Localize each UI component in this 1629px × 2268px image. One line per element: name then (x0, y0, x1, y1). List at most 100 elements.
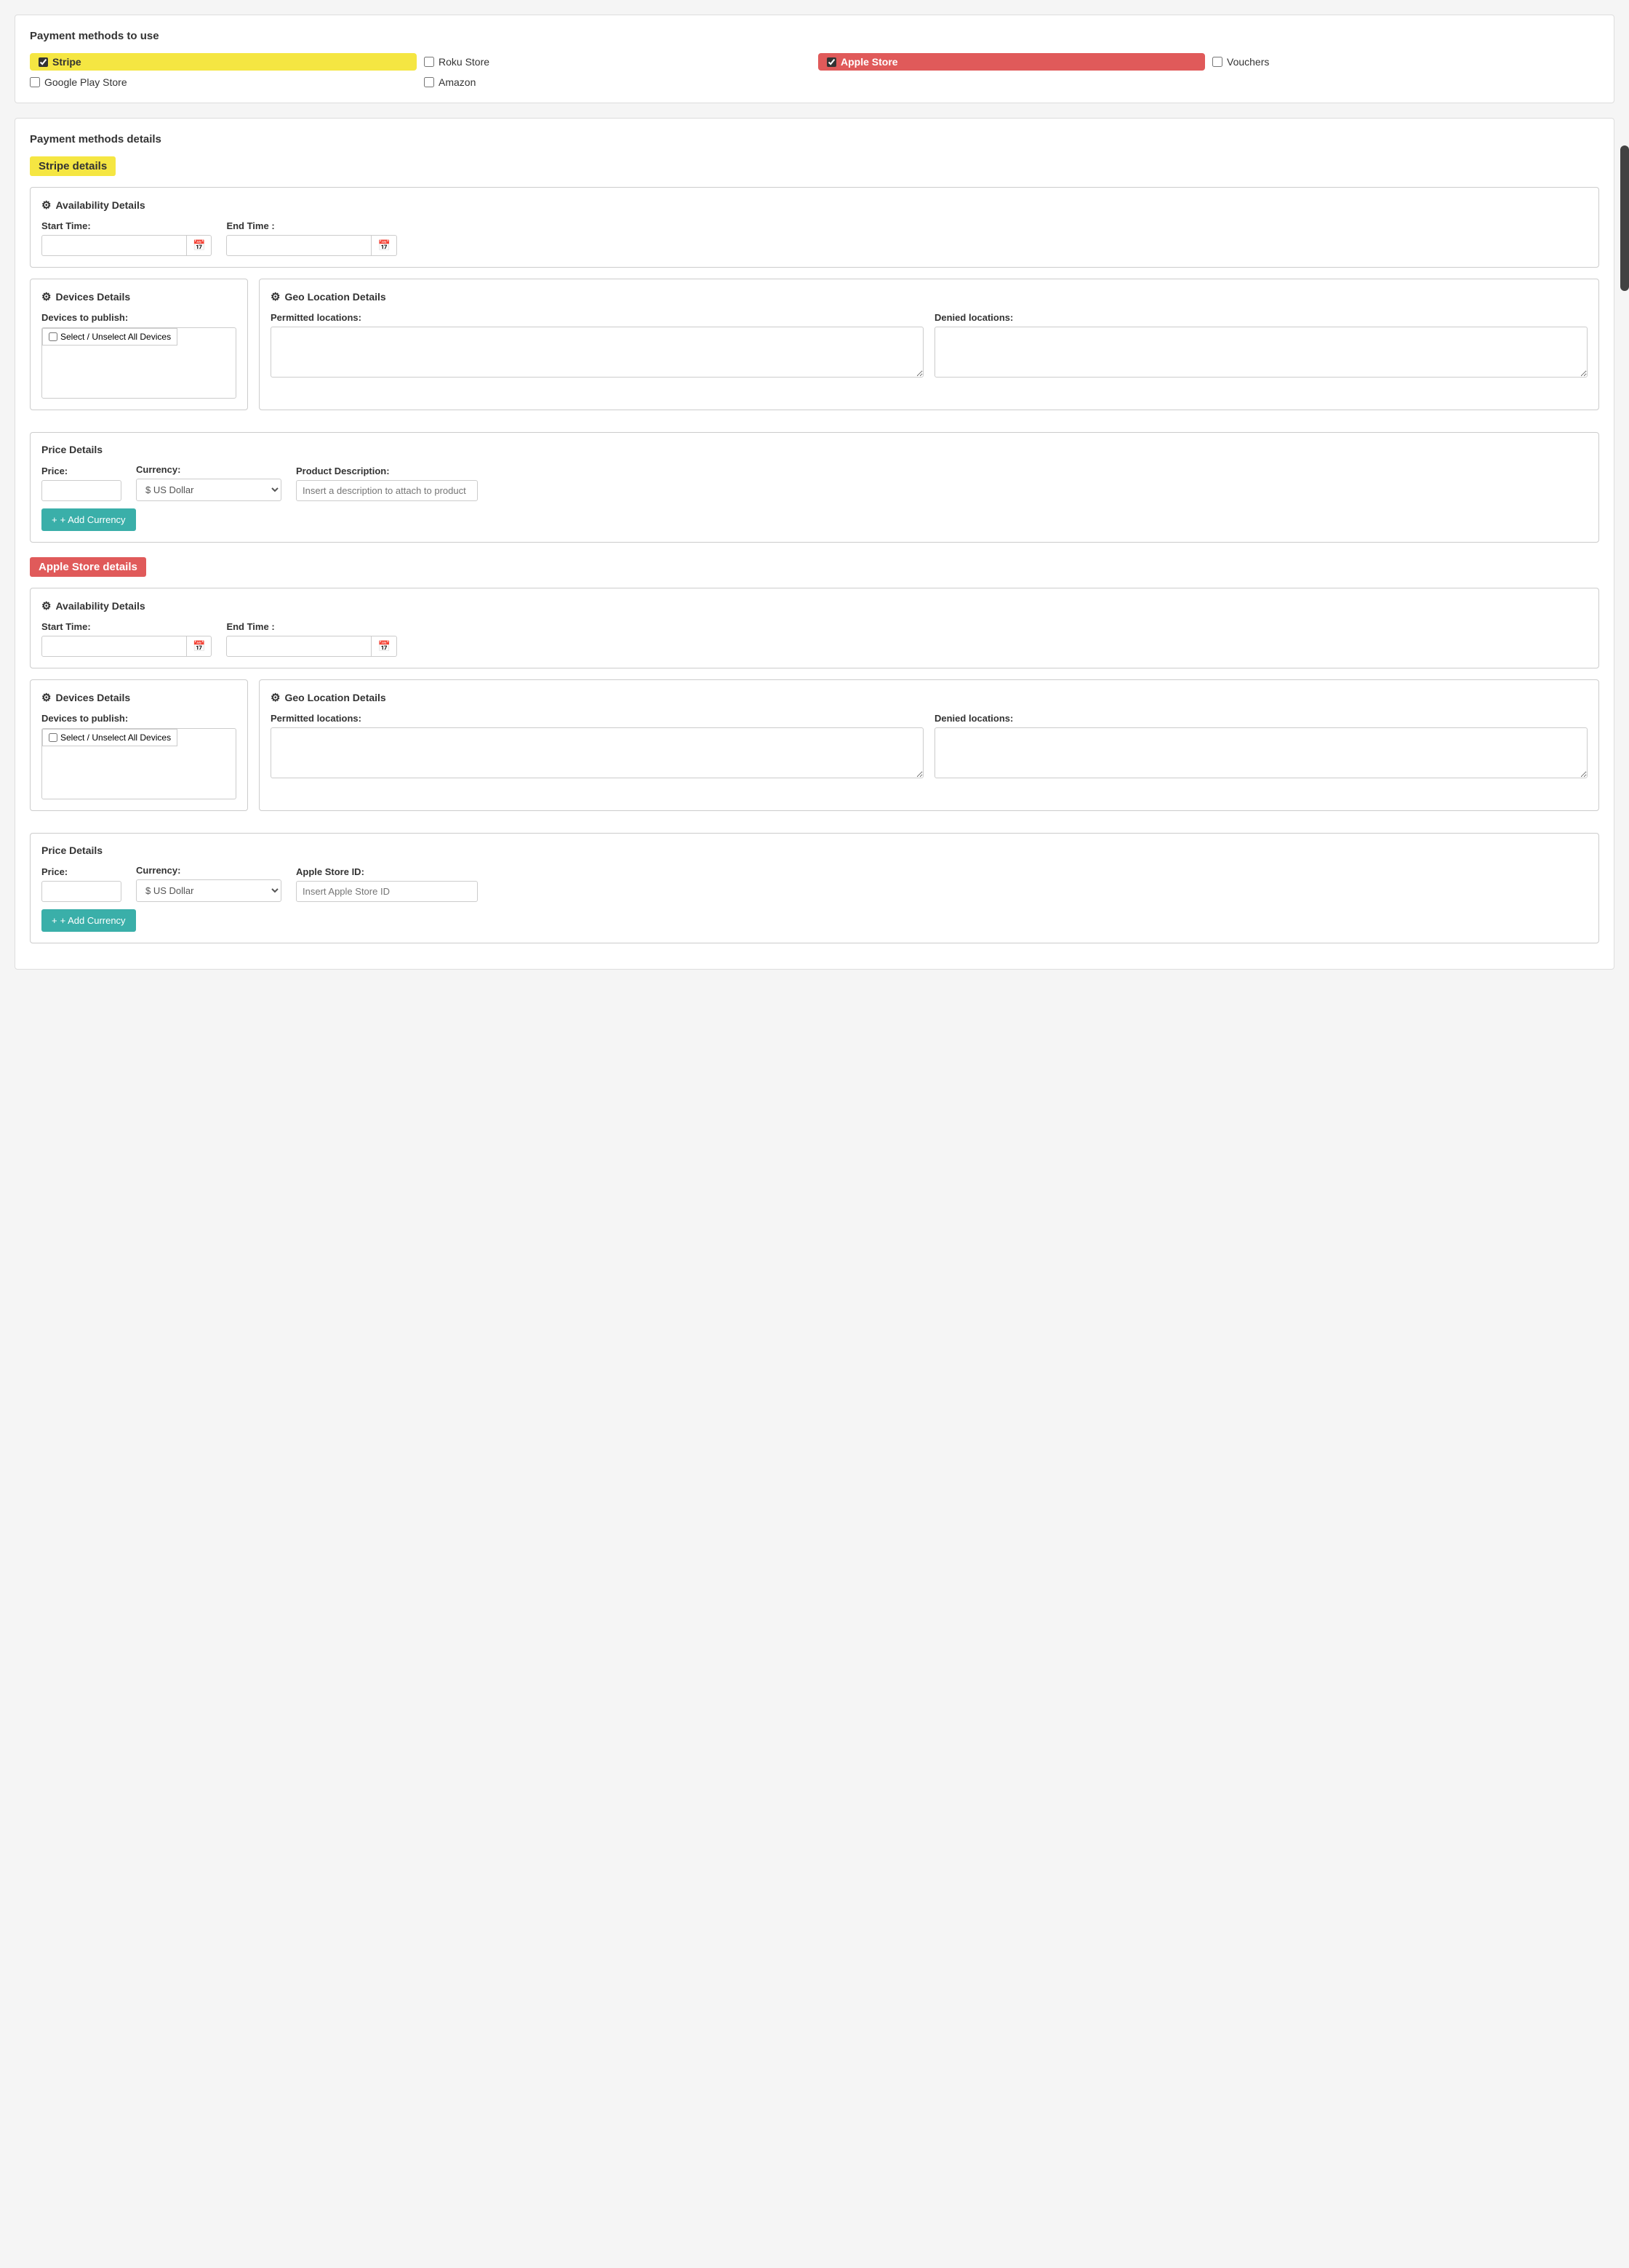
apple-geo-title: ⚙ Geo Location Details (271, 691, 1588, 704)
stripe-currency-label: Currency: (136, 464, 281, 475)
gear-icon-stripe-devices: ⚙ (41, 290, 51, 303)
stripe-time-row: Start Time: 📅 End Time : 📅 (41, 220, 1588, 256)
stripe-desc-input[interactable] (296, 480, 478, 501)
stripe-price-group: Price: 0.00 (41, 466, 121, 501)
stripe-end-time-calendar-btn[interactable]: 📅 (372, 235, 396, 256)
amazon-checkbox[interactable] (424, 77, 434, 87)
payment-methods-grid: Stripe Roku Store Apple Store Vouchers (30, 53, 1599, 71)
apple-time-row: Start Time: 📅 End Time : 📅 (41, 621, 1588, 657)
apple-details-label: Apple Store details (30, 557, 146, 577)
stripe-devices-subsection: ⚙ Devices Details Devices to publish: Se… (30, 279, 248, 410)
apple-devices-publish-label: Devices to publish: (41, 713, 236, 724)
apple-price-input[interactable]: 0.00 (41, 881, 121, 902)
amazon-method[interactable]: Amazon (424, 76, 811, 88)
apple-end-time-group: End Time : 📅 (226, 621, 396, 657)
apple-denied-textarea[interactable] (934, 727, 1588, 778)
google-play-checkbox[interactable] (30, 77, 40, 87)
gear-icon-apple-avail: ⚙ (41, 599, 51, 612)
stripe-start-time-input[interactable] (41, 235, 187, 256)
stripe-devices-geo-row: ⚙ Devices Details Devices to publish: Se… (30, 279, 1599, 421)
stripe-select-all-label: Select / Unselect All Devices (60, 332, 171, 342)
apple-details-section: Apple Store details ⚙ Availability Detai… (30, 557, 1599, 943)
stripe-price-input[interactable]: 0.00 (41, 480, 121, 501)
stripe-end-time-input[interactable] (226, 235, 372, 256)
payment-methods-row2: Google Play Store Amazon (30, 76, 1599, 88)
vouchers-method[interactable]: Vouchers (1212, 56, 1599, 68)
stripe-price-subsection: Price Details Price: 0.00 Currency: $ US… (30, 432, 1599, 543)
apple-devices-title: ⚙ Devices Details (41, 691, 236, 704)
apple-id-group: Apple Store ID: (296, 866, 478, 902)
apple-add-currency-plus: + (52, 915, 57, 926)
apple-end-time-input-group: 📅 (226, 636, 396, 657)
apple-end-time-label: End Time : (226, 621, 396, 632)
stripe-devices-list-area (42, 347, 236, 398)
apple-currency-select[interactable]: $ US Dollar (136, 879, 281, 902)
amazon-label: Amazon (439, 76, 476, 88)
stripe-badge[interactable]: Stripe (30, 53, 417, 71)
apple-price-subsection: Price Details Price: 0.00 Currency: $ US… (30, 833, 1599, 943)
apple-add-currency-btn[interactable]: + + Add Currency (41, 909, 136, 932)
apple-price-label: Price: (41, 866, 121, 877)
stripe-method[interactable]: Stripe (30, 53, 417, 71)
stripe-end-time-label: End Time : (226, 220, 396, 231)
stripe-currency-group: Currency: $ US Dollar (136, 464, 281, 501)
apple-store-method[interactable]: Apple Store (818, 53, 1205, 71)
apple-start-time-input[interactable] (41, 636, 187, 657)
stripe-permitted-label: Permitted locations: (271, 312, 924, 323)
apple-devices-geo-row: ⚙ Devices Details Devices to publish: Se… (30, 679, 1599, 822)
roku-method[interactable]: Roku Store (424, 56, 811, 68)
stripe-start-time-calendar-btn[interactable]: 📅 (187, 235, 212, 256)
apple-permitted-label: Permitted locations: (271, 713, 924, 724)
stripe-add-currency-btn[interactable]: + + Add Currency (41, 508, 136, 531)
apple-end-time-input[interactable] (226, 636, 372, 657)
stripe-start-time-group: Start Time: 📅 (41, 220, 212, 256)
stripe-denied-textarea[interactable] (934, 327, 1588, 378)
apple-currency-label: Currency: (136, 865, 281, 876)
apple-checkbox[interactable] (827, 57, 836, 67)
apple-price-row: Price: 0.00 Currency: $ US Dollar Apple … (41, 865, 1588, 902)
stripe-currency-select[interactable]: $ US Dollar (136, 479, 281, 501)
apple-permitted-col: Permitted locations: (271, 713, 924, 778)
apple-device-list: Select / Unselect All Devices (41, 728, 236, 799)
stripe-denied-label: Denied locations: (934, 312, 1588, 323)
stripe-add-currency-plus: + (52, 514, 57, 525)
apple-end-time-calendar-btn[interactable]: 📅 (372, 636, 396, 657)
stripe-price-title: Price Details (41, 444, 1588, 455)
gear-icon-apple-geo: ⚙ (271, 691, 280, 704)
stripe-add-currency-label: + Add Currency (60, 514, 126, 525)
stripe-details-section: Stripe details ⚙ Availability Details St… (30, 156, 1599, 543)
gear-icon-stripe-geo: ⚙ (271, 290, 280, 303)
stripe-checkbox[interactable] (39, 57, 48, 67)
apple-select-all-checkbox[interactable] (49, 733, 57, 742)
apple-start-time-input-group: 📅 (41, 636, 212, 657)
stripe-availability-section: ⚙ Availability Details Start Time: 📅 End… (30, 187, 1599, 268)
payment-methods-section: Payment methods to use Stripe Roku Store… (15, 15, 1614, 103)
apple-price-group: Price: 0.00 (41, 866, 121, 902)
scrollbar[interactable] (1620, 145, 1629, 291)
stripe-desc-label: Product Description: (296, 466, 478, 476)
stripe-details-label: Stripe details (30, 156, 116, 176)
payment-details-title: Payment methods details (30, 133, 1599, 145)
apple-id-input[interactable] (296, 881, 478, 902)
apple-geo-locations-row: Permitted locations: Denied locations: (271, 713, 1588, 778)
apple-start-time-calendar-btn[interactable]: 📅 (187, 636, 212, 657)
apple-permitted-textarea[interactable] (271, 727, 924, 778)
stripe-desc-group: Product Description: (296, 466, 478, 501)
stripe-price-row: Price: 0.00 Currency: $ US Dollar Produc… (41, 464, 1588, 501)
stripe-geo-title: ⚙ Geo Location Details (271, 290, 1588, 303)
roku-checkbox[interactable] (424, 57, 434, 67)
apple-denied-label: Denied locations: (934, 713, 1588, 724)
apple-availability-section: ⚙ Availability Details Start Time: 📅 End… (30, 588, 1599, 668)
vouchers-checkbox[interactable] (1212, 57, 1222, 67)
stripe-price-label: Price: (41, 466, 121, 476)
google-play-method[interactable]: Google Play Store (30, 76, 417, 88)
google-play-label: Google Play Store (44, 76, 127, 88)
stripe-select-all-checkbox[interactable] (49, 332, 57, 341)
stripe-select-all-btn[interactable]: Select / Unselect All Devices (42, 328, 177, 346)
apple-id-label: Apple Store ID: (296, 866, 478, 877)
apple-select-all-btn[interactable]: Select / Unselect All Devices (42, 729, 177, 746)
stripe-permitted-textarea[interactable] (271, 327, 924, 378)
roku-label: Roku Store (439, 56, 489, 68)
stripe-denied-col: Denied locations: (934, 312, 1588, 378)
apple-badge[interactable]: Apple Store (818, 53, 1205, 71)
